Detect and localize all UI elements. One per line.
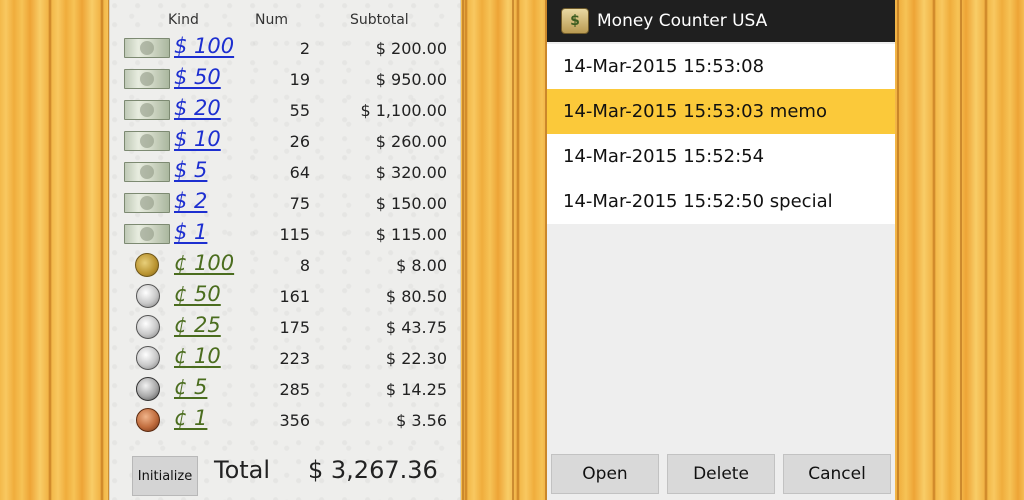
column-header-subtotal: Subtotal: [350, 12, 409, 28]
dialog-button-bar: Open Delete Cancel: [547, 454, 895, 500]
count-value: 223: [279, 349, 310, 368]
subtotal-value: $ 150.00: [375, 194, 447, 213]
denomination-link[interactable]: $ 100: [174, 34, 234, 58]
hundred-dollar-bill-icon: [124, 38, 170, 58]
denomination-link[interactable]: ¢ 50: [174, 282, 221, 306]
denomination-link[interactable]: $ 2: [174, 189, 207, 213]
delete-button[interactable]: Delete: [667, 454, 775, 494]
five-dollar-bill-icon: [124, 162, 170, 182]
subtotal-value: $ 260.00: [375, 132, 447, 151]
denomination-row: ¢ 5 285 $ 14.25: [110, 374, 460, 405]
denomination-link[interactable]: ¢ 100: [174, 251, 234, 275]
denomination-link[interactable]: $ 20: [174, 96, 221, 120]
denomination-row: $ 1 115 $ 115.00: [110, 219, 460, 250]
denomination-link[interactable]: ¢ 1: [174, 406, 207, 430]
denomination-row: ¢ 50 161 $ 80.50: [110, 281, 460, 312]
quarter-coin-icon: [136, 315, 160, 339]
cancel-button[interactable]: Cancel: [783, 454, 891, 494]
subtotal-value: $ 320.00: [375, 163, 447, 182]
dialog-title-bar: $ Money Counter USA: [547, 0, 895, 42]
total-value: $ 3,267.36: [308, 456, 438, 484]
count-value: 8: [299, 256, 310, 275]
subtotal-value: $ 43.75: [385, 318, 447, 337]
column-header-kind: Kind: [168, 12, 199, 28]
dialog-title: Money Counter USA: [597, 11, 768, 31]
count-value: 64: [289, 163, 310, 182]
money-counter-sheet: Kind Num Subtotal $ 100 2 $ 200.00 $ 50 19 $ …: [110, 0, 460, 500]
record-list: 14-Mar-2015 15:53:08 14-Mar-2015 15:53:03…: [547, 44, 895, 224]
initialize-button[interactable]: Initialize: [132, 456, 198, 496]
denomination-row: $ 100 2 $ 200.00: [110, 33, 460, 64]
subtotal-value: $ 3.56: [396, 411, 447, 430]
denomination-link[interactable]: ¢ 5: [174, 375, 207, 399]
subtotal-value: $ 115.00: [375, 225, 447, 244]
nickel-coin-icon: [136, 377, 160, 401]
subtotal-value: $ 80.50: [385, 287, 447, 306]
dollar-coin-icon: [135, 253, 159, 277]
record-list-item[interactable]: 14-Mar-2015 15:53:08: [547, 44, 895, 89]
total-label: Total: [214, 456, 271, 484]
wood-plank-seam: [897, 0, 899, 500]
count-value: 356: [279, 411, 310, 430]
denomination-link[interactable]: $ 50: [174, 65, 221, 89]
denomination-row: $ 2 75 $ 150.00: [110, 188, 460, 219]
subtotal-value: $ 950.00: [375, 70, 447, 89]
count-value: 75: [289, 194, 310, 213]
record-list-item[interactable]: 14-Mar-2015 15:52:50 special: [547, 179, 895, 224]
count-value: 161: [279, 287, 310, 306]
count-value: 285: [279, 380, 310, 399]
denomination-row: ¢ 10 223 $ 22.30: [110, 343, 460, 374]
denomination-row: $ 10 26 $ 260.00: [110, 126, 460, 157]
penny-coin-icon: [136, 408, 160, 432]
half-dollar-coin-icon: [136, 284, 160, 308]
subtotal-value: $ 1,100.00: [360, 101, 447, 120]
money-bag-icon: $: [561, 8, 589, 34]
count-value: 175: [279, 318, 310, 337]
record-list-item[interactable]: 14-Mar-2015 15:53:03 memo: [547, 89, 895, 134]
count-value: 19: [289, 70, 310, 89]
denomination-row: $ 5 64 $ 320.00: [110, 157, 460, 188]
wood-plank-seam: [960, 0, 962, 500]
fifty-dollar-bill-icon: [124, 69, 170, 89]
denomination-link[interactable]: $ 5: [174, 158, 207, 182]
wood-plank-seam: [512, 0, 514, 500]
twenty-dollar-bill-icon: [124, 100, 170, 120]
dime-coin-icon: [136, 346, 160, 370]
denomination-link[interactable]: ¢ 10: [174, 344, 221, 368]
subtotal-value: $ 22.30: [385, 349, 447, 368]
saved-records-dialog: $ Money Counter USA 14-Mar-2015 15:53:08…: [547, 0, 895, 500]
denomination-row: $ 20 55 $ 1,100.00: [110, 95, 460, 126]
count-value: 2: [299, 39, 310, 58]
count-value: 115: [279, 225, 310, 244]
count-value: 26: [289, 132, 310, 151]
wood-plank-seam: [462, 0, 464, 500]
denomination-row: ¢ 1 356 $ 3.56: [110, 405, 460, 436]
denomination-row: ¢ 25 175 $ 43.75: [110, 312, 460, 343]
subtotal-value: $ 8.00: [396, 256, 447, 275]
column-header-num: Num: [255, 12, 288, 28]
record-list-item[interactable]: 14-Mar-2015 15:52:54: [547, 134, 895, 179]
one-dollar-bill-icon: [124, 224, 170, 244]
subtotal-value: $ 14.25: [385, 380, 447, 399]
ten-dollar-bill-icon: [124, 131, 170, 151]
denomination-link[interactable]: $ 1: [174, 220, 207, 244]
denomination-row: ¢ 100 8 $ 8.00: [110, 250, 460, 281]
open-button[interactable]: Open: [551, 454, 659, 494]
denomination-link[interactable]: $ 10: [174, 127, 221, 151]
count-value: 55: [289, 101, 310, 120]
denomination-row: $ 50 19 $ 950.00: [110, 64, 460, 95]
subtotal-value: $ 200.00: [375, 39, 447, 58]
denomination-link[interactable]: ¢ 25: [174, 313, 221, 337]
two-dollar-bill-icon: [124, 193, 170, 213]
